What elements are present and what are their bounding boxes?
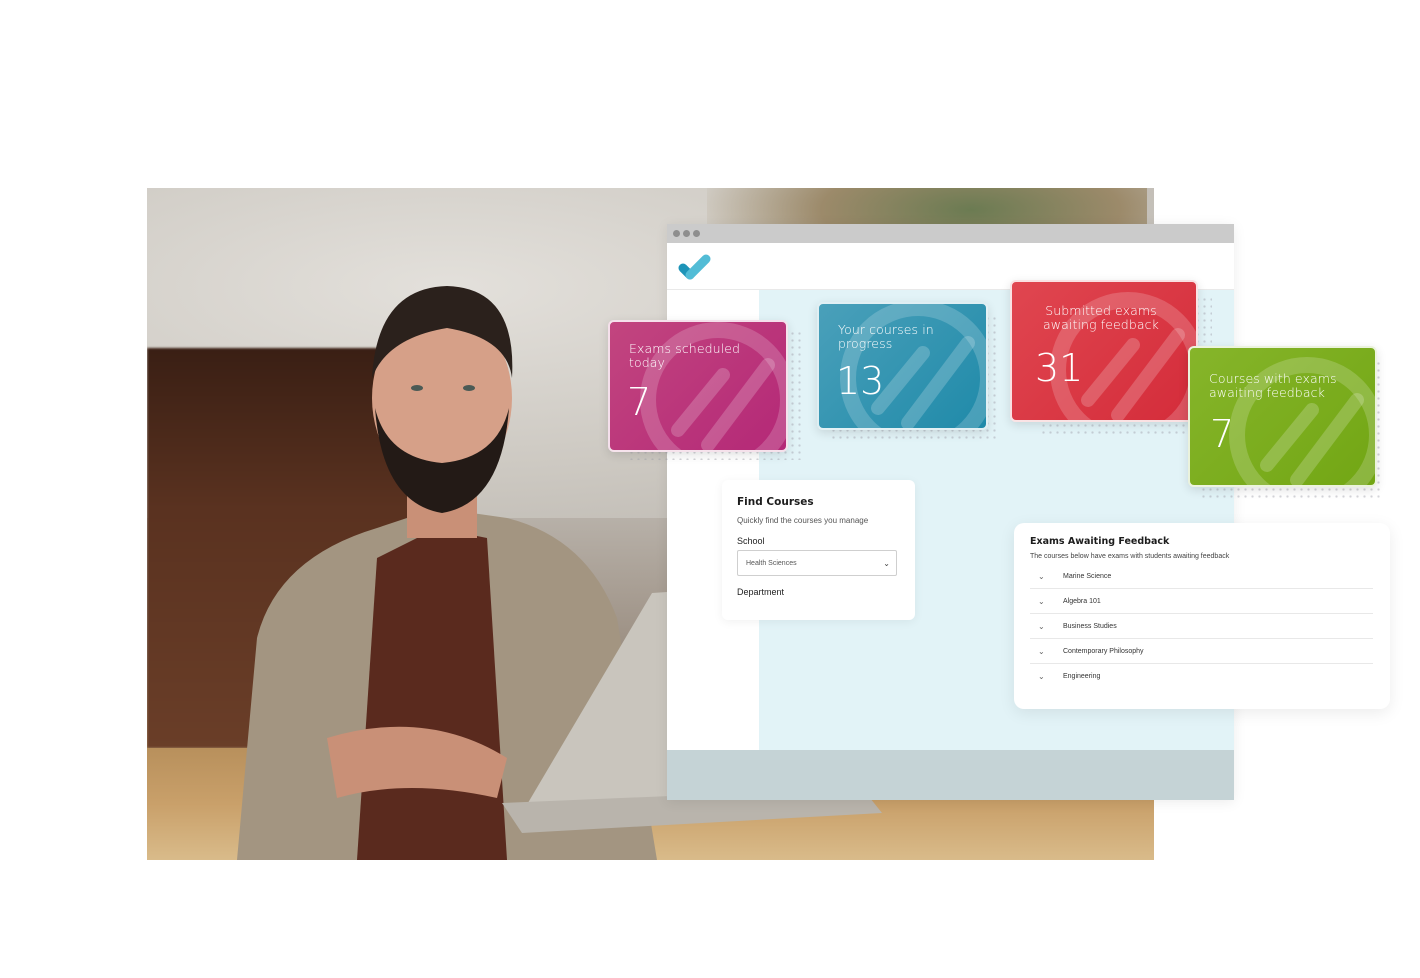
school-select[interactable]: Health Sciences ⌄: [737, 550, 897, 576]
school-select-value: Health Sciences: [746, 559, 797, 567]
stat-card-value: 7: [627, 380, 652, 424]
course-name: Algebra 101: [1063, 597, 1101, 605]
chevron-down-icon: ⌄: [883, 558, 890, 568]
course-list: ⌄ Marine Science ⌄ Algebra 101 ⌄ Busines…: [1030, 564, 1373, 689]
find-courses-subtitle: Quickly find the courses you manage: [737, 516, 869, 525]
course-name: Engineering: [1063, 673, 1101, 680]
exams-feedback-title: Exams Awaiting Feedback: [1030, 536, 1170, 547]
window-control-dot[interactable]: [693, 230, 700, 237]
chevron-down-icon[interactable]: ⌄: [1030, 597, 1063, 606]
department-label: Department: [737, 587, 785, 597]
stat-card-value: 13: [836, 359, 885, 403]
course-list-item[interactable]: ⌄ Contemporary Philosophy: [1030, 639, 1373, 664]
course-list-item[interactable]: ⌄ Business Studies: [1030, 614, 1373, 639]
stat-card-value: 31: [1035, 346, 1084, 390]
chevron-down-icon[interactable]: ⌄: [1030, 647, 1063, 656]
checkmark-watermark-icon: [640, 322, 786, 450]
app-footer: [667, 750, 1234, 800]
stat-card-courses-awaiting[interactable]: Courses with exams awaiting feedback 7: [1188, 346, 1377, 487]
school-label: School: [737, 536, 765, 546]
find-courses-panel: Find Courses Quickly find the courses yo…: [722, 480, 915, 620]
stat-card-exams-scheduled[interactable]: Exams scheduled today 7: [608, 320, 788, 452]
checkmark-logo-icon[interactable]: [677, 251, 713, 283]
stat-card-value: 7: [1210, 412, 1235, 456]
window-control-dot[interactable]: [673, 230, 680, 237]
course-list-item[interactable]: ⌄ Engineering: [1030, 664, 1373, 689]
chevron-down-icon[interactable]: ⌄: [1030, 622, 1063, 631]
stat-card-label: Submitted exams awaiting feedback: [1043, 303, 1159, 332]
chevron-down-icon[interactable]: ⌄: [1030, 572, 1063, 581]
exams-feedback-subtitle: The courses below have exams with studen…: [1030, 553, 1230, 560]
exams-awaiting-feedback-panel: Exams Awaiting Feedback The courses belo…: [1014, 523, 1390, 709]
course-list-item[interactable]: ⌄ Algebra 101: [1030, 589, 1373, 614]
window-control-dot[interactable]: [683, 230, 690, 237]
stat-card-courses-in-progress[interactable]: Your courses in progress 13: [817, 302, 988, 430]
course-name: Contemporary Philosophy: [1063, 647, 1144, 655]
chevron-down-icon[interactable]: ⌄: [1030, 672, 1063, 681]
stat-card-submitted-awaiting[interactable]: Submitted exams awaiting feedback 31: [1010, 280, 1198, 422]
stat-card-label: Courses with exams awaiting feedback: [1209, 371, 1337, 400]
find-courses-title: Find Courses: [737, 496, 814, 508]
course-list-item[interactable]: ⌄ Marine Science: [1030, 564, 1373, 589]
browser-titlebar: [667, 224, 1234, 243]
course-name: Marine Science: [1063, 572, 1112, 580]
stat-card-label: Your courses in progress: [838, 322, 934, 351]
course-name: Business Studies: [1063, 622, 1117, 630]
stat-card-label: Exams scheduled today: [629, 341, 741, 370]
